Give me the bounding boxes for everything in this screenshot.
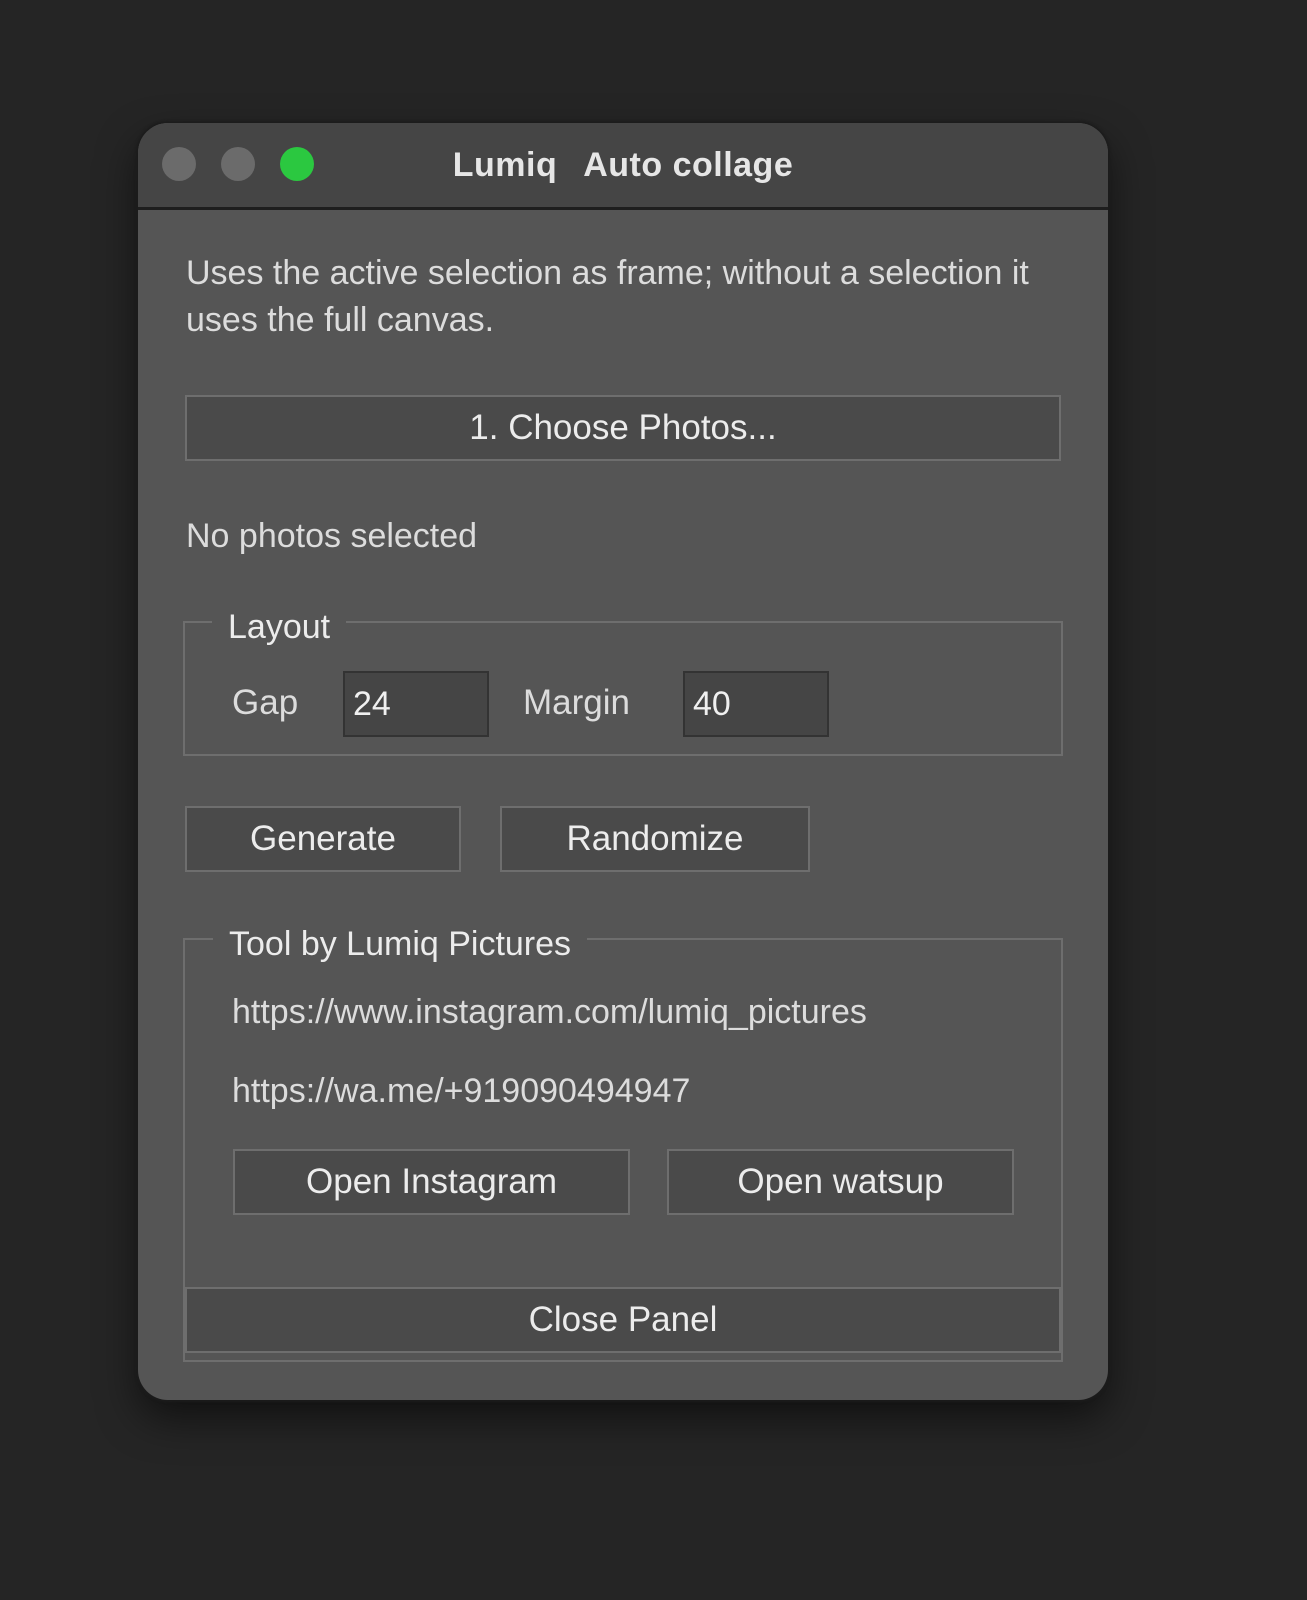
layout-group-legend: Layout [212, 605, 347, 649]
window-title-app: Lumiq [452, 146, 558, 184]
margin-input[interactable] [683, 671, 829, 737]
gap-label: Gap [232, 683, 299, 722]
title-bar[interactable]: Lumiq Auto collage [138, 123, 1108, 210]
randomize-button[interactable]: Randomize [500, 806, 810, 872]
whatsapp-url-text: https://wa.me/+919090494947 [232, 1072, 691, 1110]
choose-photos-button[interactable]: 1. Choose Photos... [185, 395, 1061, 461]
description-text: Uses the active selection as frame; with… [186, 254, 1029, 339]
tool-group-legend: Tool by Lumiq Pictures [213, 922, 588, 966]
instagram-url-text: https://www.instagram.com/lumiq_pictures [232, 993, 867, 1031]
open-whatsapp-button[interactable]: Open watsup [667, 1149, 1014, 1215]
photo-status-text: No photos selected [186, 517, 478, 555]
open-instagram-button[interactable]: Open Instagram [233, 1149, 630, 1215]
margin-label: Margin [523, 683, 630, 722]
window-title: Lumiq Auto collage [138, 123, 1108, 207]
close-panel-button[interactable]: Close Panel [185, 1287, 1061, 1353]
window-title-tool: Auto collage [583, 146, 794, 184]
gap-input[interactable] [343, 671, 489, 737]
generate-button[interactable]: Generate [185, 806, 461, 872]
dialog-window: Lumiq Auto collage Uses the active select… [138, 123, 1108, 1400]
